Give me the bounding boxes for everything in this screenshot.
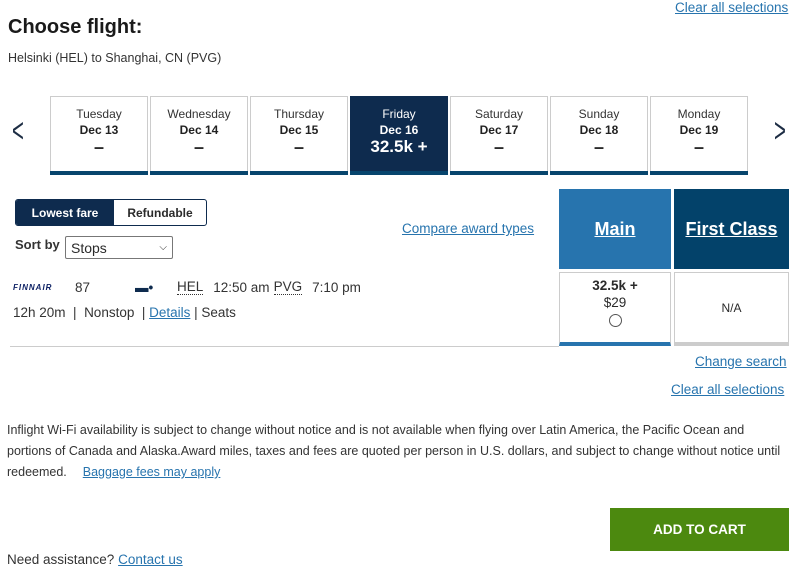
power-outlet-icon: ▬• bbox=[135, 279, 154, 295]
clear-all-selections-top-link[interactable]: Clear all selections bbox=[675, 0, 788, 16]
day-price: – bbox=[593, 137, 604, 157]
main-fare-radio[interactable] bbox=[608, 314, 622, 327]
day-price: – bbox=[293, 137, 304, 157]
date-tab-sunday[interactable]: Sunday Dec 18– bbox=[550, 96, 648, 175]
day-price: – bbox=[193, 137, 204, 157]
next-dates-chevron-right-icon[interactable]: > bbox=[774, 112, 786, 151]
day-name: Tuesday bbox=[76, 107, 122, 121]
disclaimer: Inflight Wi-Fi availability is subject t… bbox=[7, 423, 781, 479]
main-fare-fee: $29 bbox=[603, 295, 627, 310]
divider bbox=[10, 346, 559, 347]
change-search-link[interactable]: Change search bbox=[695, 354, 787, 369]
help-text: Need assistance? Contact us bbox=[7, 552, 183, 567]
arrive-time: 7:10 pm bbox=[312, 279, 361, 295]
day-date: Dec 19 bbox=[679, 123, 719, 137]
day-name: Saturday bbox=[474, 107, 524, 121]
cabin-first-header[interactable]: First Class bbox=[674, 189, 789, 269]
stops: Nonstop bbox=[84, 305, 135, 320]
flight-number: 87 bbox=[75, 279, 91, 295]
refundable-tab[interactable]: Refundable bbox=[114, 200, 206, 225]
day-date: Dec 13 bbox=[79, 123, 119, 137]
destination-code: PVG bbox=[273, 279, 303, 295]
contact-us-link[interactable]: Contact us bbox=[118, 552, 183, 567]
lowest-fare-tab[interactable]: Lowest fare bbox=[16, 200, 114, 225]
main-fare-miles: 32.5k + bbox=[592, 278, 638, 293]
sort-value: Stops bbox=[71, 239, 107, 256]
baggage-fees-link[interactable]: Baggage fees may apply bbox=[83, 465, 221, 479]
day-price: – bbox=[93, 137, 104, 157]
first-fare-cell: N/A bbox=[674, 272, 789, 346]
day-date: Dec 18 bbox=[579, 123, 619, 137]
seats-link[interactable]: Seats bbox=[201, 305, 236, 320]
flight-info: 12h 20m | Nonstop | Details | Seats bbox=[13, 305, 236, 320]
date-tab-friday[interactable]: Friday Dec 16 32.5k + bbox=[350, 96, 448, 175]
date-tab-thursday[interactable]: Thursday Dec 15– bbox=[250, 96, 348, 175]
date-tab-tuesday[interactable]: Tuesday Dec 13– bbox=[50, 96, 148, 175]
day-date: Dec 15 bbox=[279, 123, 319, 137]
compare-award-types-link[interactable]: Compare award types bbox=[402, 221, 534, 236]
main-fare-cell[interactable]: 32.5k + $29 bbox=[559, 272, 671, 346]
day-name: Monday bbox=[677, 107, 721, 121]
chevron-down-icon: ⌵ bbox=[159, 242, 167, 253]
fare-type-toggle[interactable]: Lowest fare Refundable bbox=[15, 199, 207, 226]
sort-label: Sort by bbox=[15, 237, 60, 252]
day-price: – bbox=[493, 137, 504, 157]
details-link[interactable]: Details bbox=[149, 305, 190, 320]
date-tab-saturday[interactable]: Saturday Dec 17– bbox=[450, 96, 548, 175]
first-fare-na: N/A bbox=[721, 300, 742, 315]
origin-code: HEL bbox=[177, 279, 204, 295]
day-price: – bbox=[693, 137, 704, 157]
day-name: Thursday bbox=[273, 107, 325, 121]
date-tab-monday[interactable]: Monday Dec 19– bbox=[650, 96, 748, 175]
add-to-cart-button[interactable]: ADD TO CART bbox=[610, 508, 789, 551]
day-price: 32.5k + bbox=[370, 137, 428, 156]
sort-select[interactable]: Stops ⌵ bbox=[65, 236, 173, 259]
route: Helsinki (HEL) to Shanghai, CN (PVG) bbox=[8, 51, 222, 65]
date-tab-wednesday[interactable]: Wednesday Dec 14– bbox=[150, 96, 248, 175]
day-name: Wednesday bbox=[167, 107, 231, 121]
day-name: Sunday bbox=[578, 107, 620, 121]
finnair-logo: FINNAIR bbox=[13, 282, 53, 292]
cabin-main-header[interactable]: Main bbox=[559, 189, 671, 269]
day-name: Friday bbox=[382, 107, 416, 121]
day-date: Dec 17 bbox=[479, 123, 519, 137]
prev-dates-chevron-left-icon[interactable]: < bbox=[12, 112, 24, 151]
day-date: Dec 14 bbox=[179, 123, 219, 137]
day-date: Dec 16 bbox=[379, 123, 419, 137]
depart-time: 12:50 am bbox=[213, 279, 270, 295]
clear-all-selections-link[interactable]: Clear all selections bbox=[671, 382, 784, 397]
duration: 12h 20m bbox=[13, 305, 66, 320]
flight-row: FINNAIR 87 ▬• HEL 12:50 am PVG 7:10 pm bbox=[13, 279, 361, 295]
page-title: Choose flight: bbox=[8, 16, 143, 38]
